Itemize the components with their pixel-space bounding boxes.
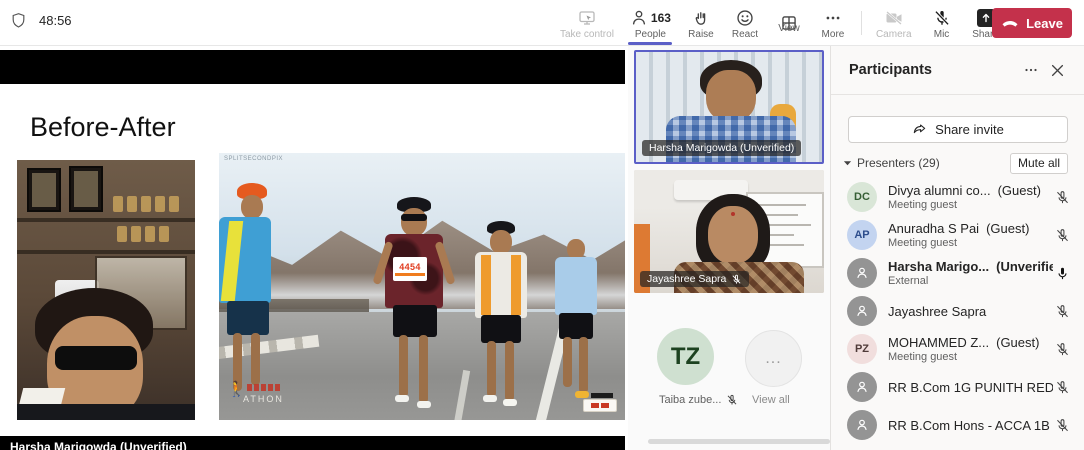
race-bib-number: 4454 [399,262,421,272]
video-name-label: Jayashree Sapra [640,271,749,287]
video-filmstrip: Harsha Marigowda (Unverified) Jayashree … [628,46,830,450]
before-photo [17,160,195,420]
mic-button[interactable]: Mic [920,0,964,46]
photo-timestamp [583,399,617,412]
video-tile-harsha[interactable]: Harsha Marigowda (Unverified) [634,50,824,164]
leave-button[interactable]: Leave [992,8,1072,38]
runner-left [219,183,271,413]
mic-muted-icon[interactable] [1053,380,1071,395]
participant-row[interactable]: Jayashree Sapra [831,292,1084,330]
avatar: AP [847,220,877,250]
participant-row[interactable]: DC Divya alumni co...(Guest) Meeting gue… [831,178,1084,216]
photo-watermark: SPLITSECONDPIX [224,156,283,162]
participant-list: DC Divya alumni co...(Guest) Meeting gue… [831,178,1084,444]
mic-muted-icon[interactable] [1053,228,1071,243]
more-ellipsis-icon [824,8,842,28]
mic-muted-icon [933,8,951,28]
mic-on-icon[interactable] [1053,266,1071,281]
avatar: PZ [847,334,877,364]
people-icon [630,9,648,27]
overflow-avatars: TZ Taiba zube... ... View all [628,304,830,424]
participant-row[interactable]: RR B.Com Hons - ACCA 1B SANJ... [831,406,1084,444]
participant-row[interactable]: RR B.Com 1G PUNITH REDDY R [831,368,1084,406]
people-count: 163 [651,11,671,25]
runner-vest [471,221,531,420]
person-avatar-icon [847,296,877,326]
runner-right [549,239,601,419]
participant-avatar-tz[interactable]: TZ [657,328,714,385]
camera-button[interactable]: Camera [868,0,920,46]
raise-hand-icon [692,8,710,28]
toolbar-divider [861,11,862,35]
toolbar-center-group: Take control 163 People Raise [552,0,1008,46]
more-button[interactable]: More [811,0,855,46]
marathon-logo: 🚶 ATHON [225,380,295,414]
mute-all-button[interactable]: Mute all [1010,153,1068,174]
meeting-toolbar: 48:56 Take control 163 People [0,0,1084,46]
presenters-section-header[interactable]: Presenters (29) Mute all [837,152,1079,174]
share-invite-button[interactable]: Share invite [848,116,1068,143]
react-smiley-icon [736,8,754,28]
participant-row[interactable]: PZ MOHAMMED Z...(Guest) Meeting guest [831,330,1084,368]
view-all-button[interactable]: ... [745,330,802,387]
shared-slide: Before-After SPLITSECONDPIX [0,84,625,436]
panel-close-icon[interactable] [1044,57,1070,83]
mic-muted-icon[interactable] [1053,190,1071,205]
presenters-count-label: Presenters (29) [857,156,1010,170]
panel-more-icon[interactable] [1018,57,1044,83]
person-avatar-icon [847,258,877,288]
avatar-label-taiba: Taiba zube... [659,394,738,406]
panel-header: Participants [831,46,1084,95]
participant-row[interactable]: Harsha Marigo...(Unverified) External [831,254,1084,292]
mic-muted-icon[interactable] [1053,304,1071,319]
video-tile-jayashree[interactable]: Jayashree Sapra [634,170,824,293]
raise-button[interactable]: Raise [679,0,723,46]
slide-title: Before-After [30,112,176,143]
presenter-name-banner: Harsha Marigowda (Unverified) [10,440,187,450]
hangup-icon [1001,18,1019,28]
take-control-button[interactable]: Take control [552,0,622,46]
active-tab-indicator [628,42,672,45]
take-control-icon [577,8,597,28]
people-button[interactable]: 163 People [622,0,679,46]
participant-row[interactable]: AP Anuradha S Pai(Guest) Meeting guest [831,216,1084,254]
person-avatar-icon [847,372,877,402]
panel-title: Participants [849,62,1018,78]
chevron-down-icon [843,160,852,167]
photo-timestamp-dark [591,393,613,398]
mic-muted-icon[interactable] [1053,418,1071,433]
mic-muted-icon [726,394,738,406]
view-button[interactable]: View [767,0,811,46]
avatar: DC [847,182,877,212]
share-invite-icon [912,122,927,137]
screen-share-stage[interactable]: Before-After SPLITSECONDPIX [0,46,628,450]
shield-icon [10,12,27,29]
runner-main: 4454 [379,197,449,420]
react-button[interactable]: React [723,0,767,46]
person-avatar-icon [847,410,877,440]
mic-muted-icon[interactable] [1053,342,1071,357]
after-photo: SPLITSECONDPIX [219,153,625,420]
camera-off-icon [884,8,904,28]
meeting-timer: 48:56 [39,13,72,28]
share-letterbox-top [0,50,625,84]
view-all-label[interactable]: View all [752,394,790,406]
mic-muted-icon [731,274,742,285]
participants-panel: Participants Share invite Presenters (29… [830,46,1084,450]
filmstrip-scrollbar[interactable] [648,439,830,444]
sunglasses [55,346,137,370]
teams-meeting-window: 48:56 Take control 163 People [0,0,1084,450]
video-name-label: Harsha Marigowda (Unverified) [642,140,801,156]
